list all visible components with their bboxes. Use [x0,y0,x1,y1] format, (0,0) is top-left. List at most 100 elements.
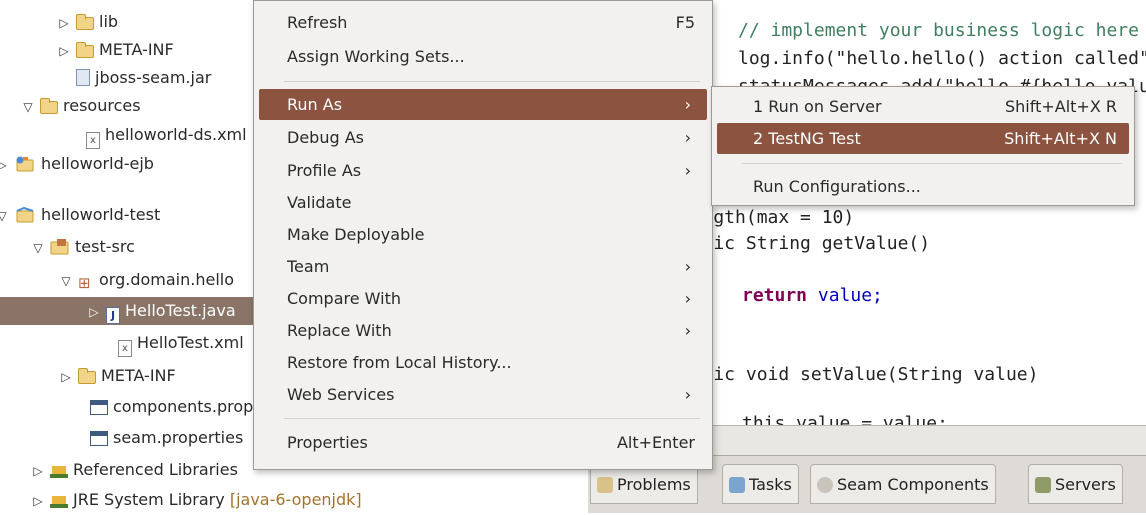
expand-arrow-icon[interactable]: ▷ [86,298,102,326]
menu-item-compare-with[interactable]: Compare With › [259,283,707,314]
menu-item-refresh[interactable]: Refresh F5 [259,7,707,38]
package-icon: ⊞ [78,274,91,292]
expand-arrow-icon[interactable]: ▷ [58,363,74,391]
properties-file-icon [90,431,108,446]
menu-item-team[interactable]: Team › [259,251,707,282]
menu-item-label: Validate [287,193,352,212]
submenu-arrow-icon: › [684,289,691,308]
tab-label: Tasks [749,475,792,494]
menu-separator [284,418,700,419]
menu-item-label: Restore from Local History... [287,353,512,372]
tab-problems[interactable]: Problems [590,464,698,504]
collapse-arrow-icon[interactable]: ▽ [30,234,46,262]
expand-arrow-icon[interactable]: ▷ [0,151,10,179]
tree-item-referenced-libraries[interactable]: ▷ Referenced Libraries [30,456,238,484]
tab-servers[interactable]: Servers [1028,464,1123,504]
tree-item-label: jboss-seam.jar [95,68,212,87]
tree-item-label: helloworld-ds.xml [105,125,247,144]
tree-item-label: lib [99,12,119,31]
code-return-line: return value; [742,285,883,306]
menu-item-label: Refresh [287,13,348,32]
library-icon [50,464,68,478]
menu-item-testng-test[interactable]: 2 TestNG Test Shift+Alt+X N [717,123,1129,154]
menu-item-label: Assign Working Sets... [287,47,465,66]
folder-icon [76,14,94,30]
tab-label: Problems [617,475,691,494]
folder-icon [78,368,96,384]
tree-item-lib[interactable]: ▷ lib [56,8,118,36]
menu-item-shortcut: F5 [675,13,695,32]
menu-item-assign-working-sets[interactable]: Assign Working Sets... [259,41,707,72]
menu-item-restore-local-history[interactable]: Restore from Local History... [259,347,707,378]
tree-item-hellotest-java[interactable]: ▷ J HelloTest.java [0,297,260,325]
collapse-arrow-icon[interactable]: ▽ [58,267,74,295]
tasks-icon [729,477,745,493]
tree-item-label: JRE System Library [73,490,225,509]
folder-icon [76,42,94,58]
problems-icon [597,477,613,493]
code-field: value; [817,285,883,306]
tree-item-label: helloworld-test [41,205,161,224]
project-icon [16,156,34,172]
run-as-submenu: 1 Run on Server Shift+Alt+X R 2 TestNG Te… [711,86,1135,206]
tree-item-hellotest-xml[interactable]: x HelloTest.xml [118,329,244,357]
menu-item-validate[interactable]: Validate [259,187,707,218]
collapse-arrow-icon[interactable]: ▽ [0,202,10,230]
tree-item-jre-system-library[interactable]: ▷ JRE System Library [java-6-openjdk] [30,486,362,515]
expand-arrow-icon[interactable]: ▷ [30,487,46,515]
tree-item-label: helloworld-ejb [41,154,154,173]
tree-item-org-domain-hello[interactable]: ▽ ⊞ org.domain.hello [58,266,234,294]
tree-item-label: org.domain.hello [99,270,234,289]
menu-item-label: Replace With [287,321,392,340]
menu-item-debug-as[interactable]: Debug As › [259,122,707,153]
menu-item-profile-as[interactable]: Profile As › [259,155,707,186]
collapse-arrow-icon[interactable]: ▽ [20,93,36,121]
project-icon [16,206,34,223]
tree-item-label: META-INF [99,40,174,59]
tree-item-meta-inf[interactable]: ▷ META-INF [56,36,174,65]
expand-arrow-icon[interactable]: ▷ [30,457,46,485]
menu-separator [284,81,700,82]
tab-tasks[interactable]: Tasks [722,464,799,504]
menu-item-label: Run As [287,95,343,114]
code-text: log.info("hello.hello() action called"); [738,48,1146,69]
tree-item-jboss-seam-jar[interactable]: jboss-seam.jar [76,64,211,92]
menu-item-label: 2 TestNG Test [753,129,861,148]
menu-item-web-services[interactable]: Web Services › [259,379,707,410]
tree-item-seam-properties[interactable]: seam.properties [90,424,243,452]
context-menu: Refresh F5 Assign Working Sets... Run As ›… [253,0,713,470]
tree-item-helloworld-test[interactable]: ▽ helloworld-test [0,201,160,229]
tree-item-label: HelloTest.xml [137,333,244,352]
code-assign-line: this.value = value; [742,413,948,425]
tree-item-test-src[interactable]: ▽ test-src [30,233,135,262]
menu-item-label: 1 Run on Server [753,97,882,116]
tree-item-helloworld-ejb[interactable]: ▷ helloworld-ejb [0,150,154,178]
properties-file-icon [90,400,108,415]
tab-seam-components[interactable]: Seam Components [810,464,996,504]
tree-item-label: test-src [75,237,135,256]
servers-icon [1035,477,1051,493]
submenu-arrow-icon: › [684,128,691,147]
tree-item-decoration: [java-6-openjdk] [229,490,362,509]
menu-item-make-deployable[interactable]: Make Deployable [259,219,707,250]
tab-label: Seam Components [837,475,989,494]
menu-item-replace-with[interactable]: Replace With › [259,315,707,346]
expand-arrow-icon[interactable]: ▷ [56,9,72,37]
menu-item-run-as[interactable]: Run As › [259,89,707,120]
expand-arrow-icon[interactable]: ▷ [56,37,72,65]
tab-label: Servers [1055,475,1116,494]
submenu-arrow-icon: › [684,161,691,180]
menu-item-run-on-server[interactable]: 1 Run on Server Shift+Alt+X R [717,91,1129,122]
tree-item-meta-inf-2[interactable]: ▷ META-INF [58,362,175,391]
tree-item-helloworld-ds-xml[interactable]: x helloworld-ds.xml [86,121,247,149]
folder-icon [40,98,58,114]
menu-item-label: Debug As [287,128,364,147]
menu-item-label: Web Services [287,385,395,404]
menu-item-properties[interactable]: Properties Alt+Enter [259,427,707,458]
tree-item-label: Referenced Libraries [73,460,238,479]
menu-item-run-configurations[interactable]: Run Configurations... [717,171,1129,202]
tree-item-resources[interactable]: ▽ resources [20,92,140,121]
tree-item-label: seam.properties [113,428,244,447]
code-comment: // implement your business logic here [738,20,1139,41]
code-log-line: log.info("hello.hello() action called"); [738,48,1146,69]
